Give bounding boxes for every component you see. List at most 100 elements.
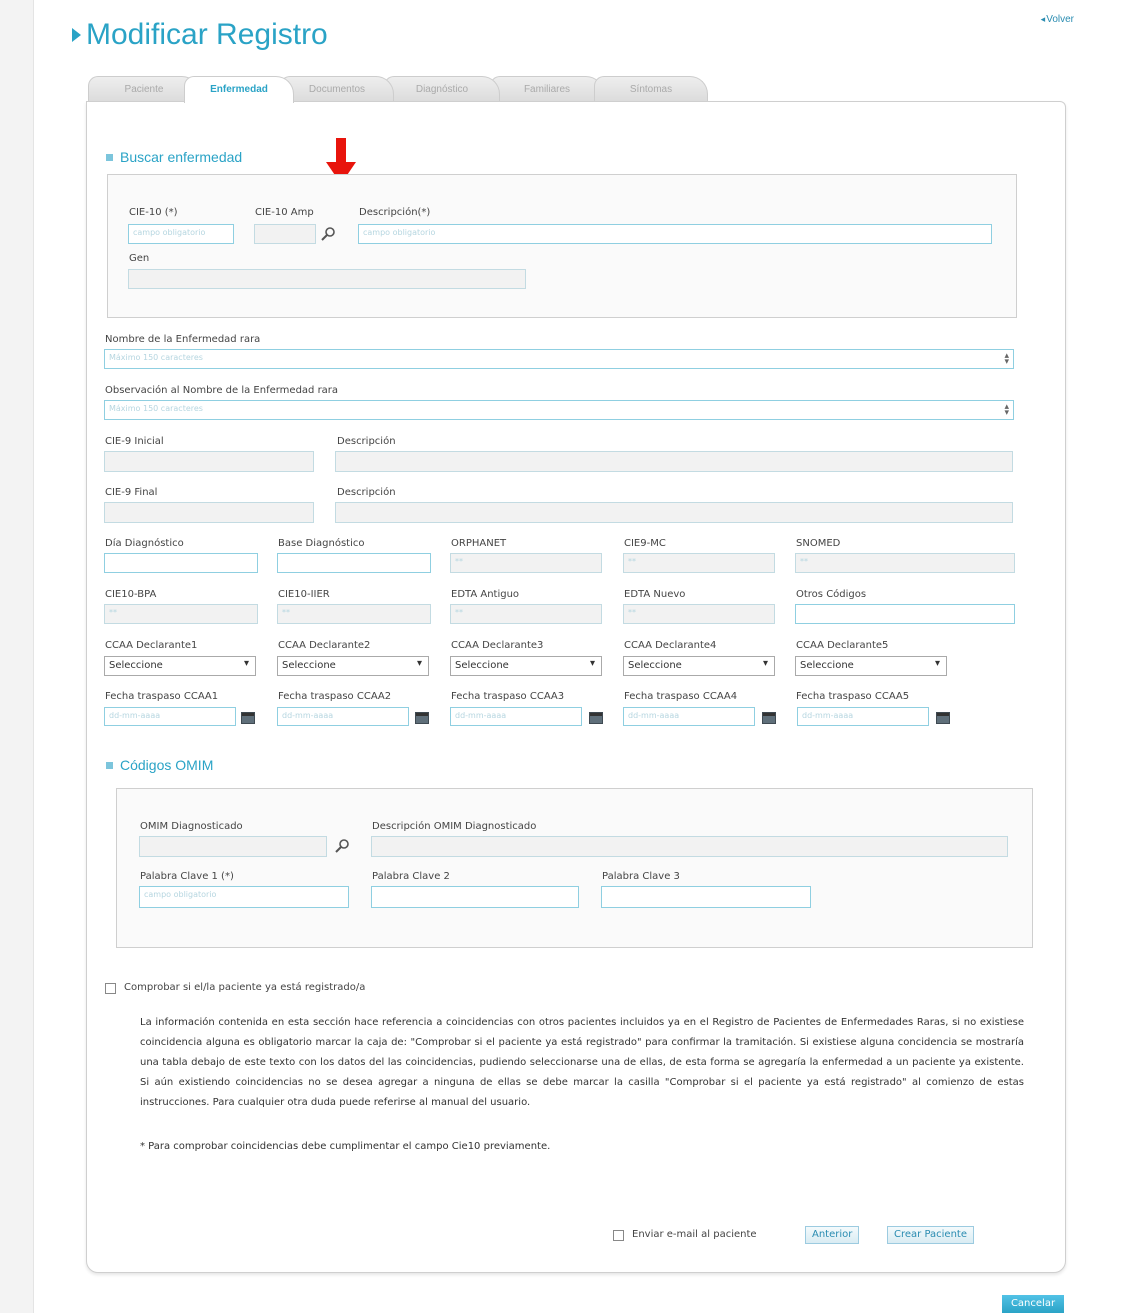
cancelar-button[interactable]: Cancelar: [1002, 1295, 1064, 1313]
back-arrow-icon: ◂: [1040, 14, 1046, 24]
omim-box: [116, 788, 1033, 948]
nombre-textarea[interactable]: Máximo 150 caracteres ▴ ▾: [104, 349, 1014, 369]
section-codigos-omim: Códigos OMIM: [106, 757, 213, 773]
cie9-inicial-desc-input[interactable]: [335, 451, 1013, 472]
gen-input[interactable]: [128, 269, 526, 289]
omim-diag-label: OMIM Diagnosticado: [140, 821, 243, 832]
cie10-iier-input[interactable]: **: [277, 604, 431, 624]
tab-sintomas[interactable]: Síntomas: [594, 76, 708, 101]
snomed-input[interactable]: **: [795, 553, 1015, 573]
tab-enfermedad[interactable]: Enfermedad: [184, 76, 294, 103]
ccaa3-select[interactable]: Seleccione ▾: [450, 656, 602, 676]
chevron-down-icon: ▾: [762, 658, 768, 669]
comprobar-checkbox[interactable]: [105, 983, 116, 994]
cie9-final-desc-label: Descripción: [337, 487, 396, 498]
instructions-paragraph: La información contenida en esta sección…: [140, 1017, 1024, 1108]
calendar-icon[interactable]: [762, 712, 776, 724]
ccaa1-select[interactable]: Seleccione ▾: [104, 656, 256, 676]
fecha4-input[interactable]: dd-mm-aaaa: [623, 707, 755, 726]
cie10-bpa-label: CIE10-BPA: [105, 589, 157, 600]
email-checkbox[interactable]: [613, 1230, 624, 1241]
dia-diagnostico-input[interactable]: [104, 553, 258, 573]
cie10-input[interactable]: campo obligatorio: [128, 224, 234, 244]
ccaa2-select[interactable]: Seleccione ▾: [277, 656, 429, 676]
cie10-label: CIE-10 (*): [129, 207, 178, 218]
cie9-final-input[interactable]: [104, 502, 314, 523]
spin-icon: ▴ ▾: [1004, 351, 1009, 367]
clave2-label: Palabra Clave 2: [372, 871, 450, 882]
tab-bar: Paciente Enfermedad Documentos Diagnósti…: [88, 76, 718, 103]
cie9-inicial-input[interactable]: [104, 451, 314, 472]
crear-paciente-button[interactable]: Crear Paciente: [887, 1226, 974, 1244]
page-title: Modificar Registro: [72, 18, 328, 52]
clave1-input[interactable]: campo obligatorio: [139, 886, 349, 908]
search-icon[interactable]: [319, 226, 337, 242]
omim-desc-input[interactable]: [371, 836, 1008, 857]
fecha3-input[interactable]: dd-mm-aaaa: [450, 707, 582, 726]
tab-documentos[interactable]: Documentos: [280, 76, 394, 101]
calendar-icon[interactable]: [589, 712, 603, 724]
ccaa5-label: CCAA Declarante5: [796, 640, 889, 651]
search-icon[interactable]: [333, 838, 351, 854]
clave1-label: Palabra Clave 1 (*): [140, 871, 234, 882]
ccaa2-label: CCAA Declarante2: [278, 640, 371, 651]
gen-label: Gen: [129, 253, 150, 264]
ccaa4-label: CCAA Declarante4: [624, 640, 717, 651]
dia-diagnostico-label: Día Diagnóstico: [105, 538, 184, 549]
cie9-inicial-label: CIE-9 Inicial: [105, 436, 164, 447]
observacion-label: Observación al Nombre de la Enfermedad r…: [105, 385, 339, 396]
edta-nuevo-label: EDTA Nuevo: [624, 589, 686, 600]
ccaa5-select[interactable]: Seleccione ▾: [795, 656, 947, 676]
base-diagnostico-input[interactable]: [277, 553, 431, 573]
orphanet-input[interactable]: **: [450, 553, 602, 573]
chevron-down-icon: ▾: [416, 658, 422, 669]
cie9-inicial-desc-label: Descripción: [337, 436, 396, 447]
otros-codigos-label: Otros Códigos: [796, 589, 867, 600]
spin-icon: ▴ ▾: [1004, 402, 1009, 418]
ccaa4-select[interactable]: Seleccione ▾: [623, 656, 775, 676]
calendar-icon[interactable]: [936, 712, 950, 724]
instructions-note: * Para comprobar coincidencias debe cump…: [140, 1141, 551, 1152]
omim-desc-label: Descripción OMIM Diagnosticado: [372, 821, 537, 832]
cie10amp-label: CIE-10 Amp: [255, 207, 314, 218]
comprobar-label: Comprobar si el/la paciente ya está regi…: [124, 982, 366, 993]
tab-diagnostico[interactable]: Diagnóstico: [384, 76, 500, 101]
section-bullet-icon: [106, 153, 113, 161]
fecha1-input[interactable]: dd-mm-aaaa: [104, 707, 236, 726]
fecha2-input[interactable]: dd-mm-aaaa: [277, 707, 409, 726]
observacion-textarea[interactable]: Máximo 150 caracteres ▴ ▾: [104, 400, 1014, 420]
cie9-final-desc-input[interactable]: [335, 502, 1013, 523]
fecha2-label: Fecha traspaso CCAA2: [278, 691, 392, 702]
descripcion-label: Descripción(*): [359, 207, 431, 218]
left-rail: [0, 0, 34, 1313]
fecha5-label: Fecha traspaso CCAA5: [796, 691, 910, 702]
cie10-bpa-input[interactable]: **: [104, 604, 258, 624]
base-diagnostico-label: Base Diagnóstico: [278, 538, 365, 549]
section-buscar-enfermedad: Buscar enfermedad: [106, 149, 242, 165]
clave3-input[interactable]: [601, 886, 811, 908]
edta-nuevo-input[interactable]: **: [623, 604, 775, 624]
tab-familiares[interactable]: Familiares: [490, 76, 604, 101]
otros-codigos-input[interactable]: [795, 604, 1015, 624]
omim-diag-input[interactable]: [139, 836, 327, 857]
fecha5-input[interactable]: dd-mm-aaaa: [797, 707, 929, 726]
cie9-final-label: CIE-9 Final: [105, 487, 158, 498]
nombre-label: Nombre de la Enfermedad rara: [105, 334, 261, 345]
cie10amp-input[interactable]: [254, 224, 316, 244]
ccaa3-label: CCAA Declarante3: [451, 640, 544, 651]
ccaa1-label: CCAA Declarante1: [105, 640, 198, 651]
back-link[interactable]: ◂Volver: [1041, 14, 1074, 25]
edta-antiguo-label: EDTA Antiguo: [451, 589, 520, 600]
cie9mc-input[interactable]: **: [623, 553, 775, 573]
calendar-icon[interactable]: [241, 712, 255, 724]
title-bullet-icon: [72, 28, 81, 42]
clave2-input[interactable]: [371, 886, 579, 908]
section-bullet-icon: [106, 761, 113, 769]
edta-antiguo-input[interactable]: **: [450, 604, 602, 624]
email-label: Enviar e-mail al paciente: [632, 1229, 757, 1240]
anterior-button[interactable]: Anterior: [805, 1226, 860, 1244]
clave3-label: Palabra Clave 3: [602, 871, 680, 882]
descripcion-input[interactable]: campo obligatorio: [358, 224, 992, 244]
buscar-box: [107, 174, 1017, 318]
calendar-icon[interactable]: [415, 712, 429, 724]
